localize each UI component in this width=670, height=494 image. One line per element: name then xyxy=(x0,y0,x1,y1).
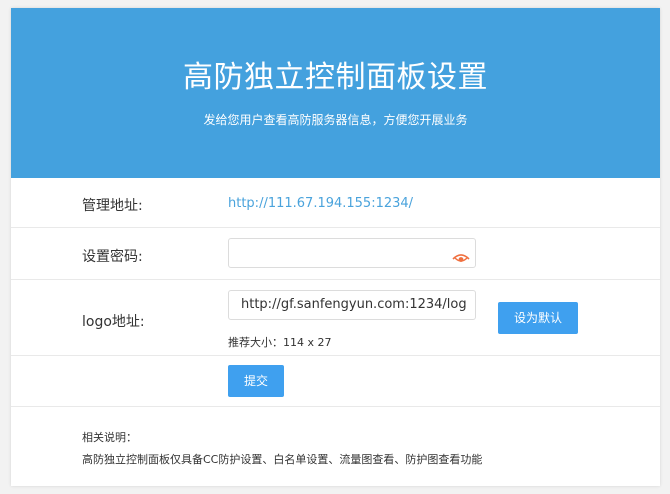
page-subtitle: 发给您用户查看高防服务器信息，方便您开展业务 xyxy=(203,113,468,127)
notes-title: 相关说明： xyxy=(82,431,137,444)
logo-label: logo地址: xyxy=(82,314,145,330)
set-default-button[interactable]: 设为默认 xyxy=(498,302,578,334)
notes-text: 高防独立控制面板仅具备CC防护设置、白名单设置、流量图查看、防护图查看功能 xyxy=(82,453,483,466)
logo-url-input[interactable]: http://gf.sanfengyun.com:1234/log xyxy=(228,290,476,320)
page-title: 高防独立控制面板设置 xyxy=(183,60,488,95)
password-label: 设置密码: xyxy=(82,249,143,265)
password-row: 设置密码: xyxy=(11,228,660,280)
admin-url-label: 管理地址: xyxy=(82,198,143,214)
submit-button[interactable]: 提交 xyxy=(228,365,284,397)
admin-url-row: 管理地址: http://111.67.194.155:1234/ xyxy=(11,178,660,228)
password-input[interactable] xyxy=(228,238,476,268)
logo-row: logo地址: http://gf.sanfengyun.com:1234/lo… xyxy=(11,280,660,356)
header-banner: 高防独立控制面板设置 发给您用户查看高防服务器信息，方便您开展业务 xyxy=(11,8,660,178)
submit-row: 提交 xyxy=(11,356,660,407)
logo-size-hint: 推荐大小：114 x 27 xyxy=(228,336,332,349)
settings-card: 高防独立控制面板设置 发给您用户查看高防服务器信息，方便您开展业务 管理地址: … xyxy=(11,8,660,486)
eye-icon[interactable] xyxy=(452,250,470,262)
admin-url-link[interactable]: http://111.67.194.155:1234/ xyxy=(228,196,413,211)
